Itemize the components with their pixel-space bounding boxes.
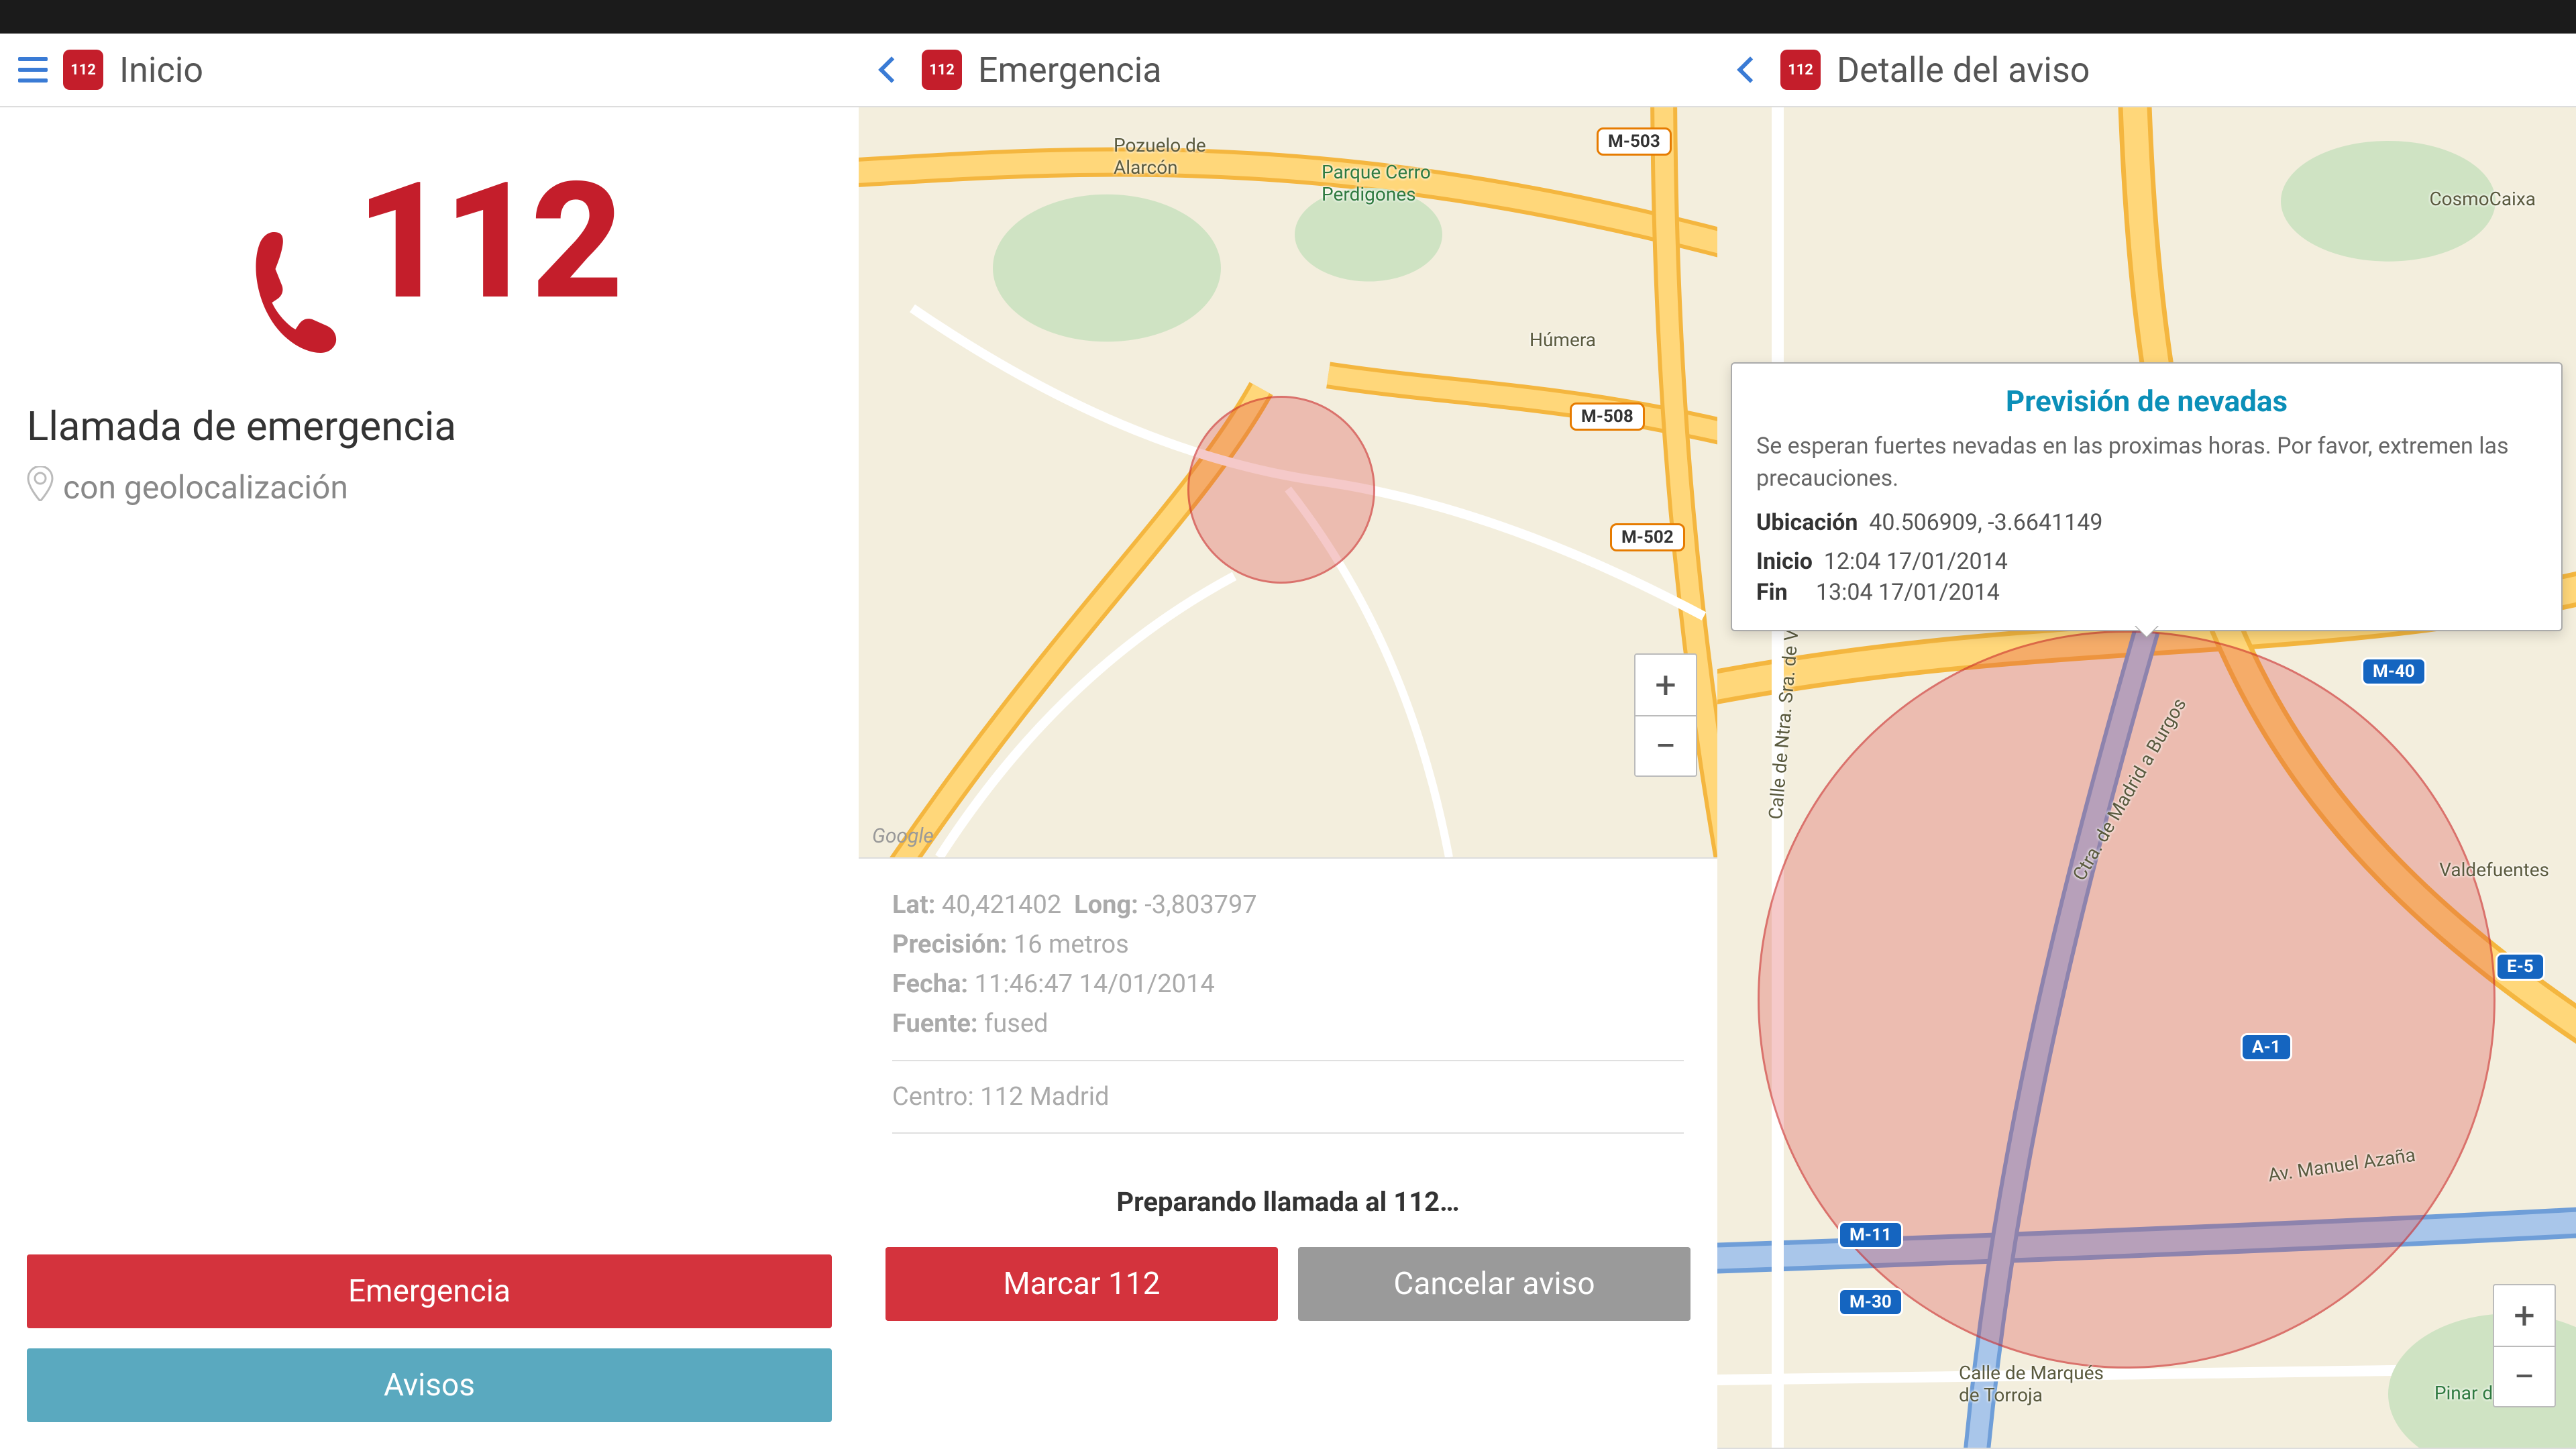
dial-112-button[interactable]: Marcar 112 [885, 1247, 1278, 1321]
map-credit: Google [872, 824, 934, 848]
emergency-button[interactable]: Emergencia [27, 1254, 832, 1328]
app-icon: 112 [1780, 50, 1821, 90]
zoom-out-button[interactable]: − [1635, 715, 1696, 775]
road-m508: M-508 [1570, 402, 1645, 431]
screen-inicio: 112 Inicio 112 Llamada de emergencia con… [0, 0, 859, 1449]
back-icon[interactable] [1733, 53, 1767, 87]
phone-icon [240, 225, 347, 362]
alert-heading: Previsión de nevadas [1756, 384, 2537, 419]
alert-radius-circle [1758, 631, 2496, 1368]
back-icon[interactable] [875, 53, 908, 87]
screen-emergencia: 112 Emergencia Pozuelo de Alarcón Parque… [859, 0, 1717, 1449]
map-label-cosmocaixa: CosmoCaixa [2429, 188, 2536, 210]
android-status-bar [1717, 0, 2576, 34]
geo-row: con geolocalización [27, 466, 832, 509]
android-status-bar [0, 0, 859, 34]
map-label-parque: Parque Cerro Perdigones [1322, 161, 1431, 205]
road-m11: M-11 [1838, 1221, 1903, 1249]
alert-body: Se esperan fuertes nevadas en las proxim… [1756, 431, 2537, 494]
road-m30: M-30 [1838, 1288, 1903, 1316]
call-status: Preparando llamada al 112… [859, 1177, 1717, 1247]
location-accuracy-circle [1187, 396, 1375, 584]
road-m40: M-40 [2361, 657, 2426, 686]
map-label-pozuelo: Pozuelo de Alarcón [1114, 134, 1206, 178]
app-icon: 112 [922, 50, 962, 90]
pin-icon [27, 466, 54, 509]
map-label-marques: Calle de Marqués de Torroja [1959, 1362, 2104, 1406]
zoom-control: + − [2493, 1284, 2556, 1407]
road-m502: M-502 [1610, 523, 1685, 551]
android-status-bar [859, 0, 1717, 34]
map[interactable]: CosmoCaixa Valdefuentes Pinar del Rey Ca… [1717, 107, 2576, 1449]
road-e5: E-5 [2496, 953, 2545, 981]
actionbar: 112 Detalle del aviso [1717, 34, 2576, 107]
road-a1: A-1 [2241, 1033, 2292, 1061]
zoom-in-button[interactable]: + [1635, 655, 1696, 715]
road-m503: M-503 [1597, 127, 1672, 156]
hero-number: 112 [356, 147, 618, 336]
emergency-call-heading: Llamada de emergencia [27, 402, 832, 450]
page-title: Inicio [119, 50, 203, 91]
actionbar: 112 Emergencia [859, 34, 1717, 107]
hamburger-menu-icon[interactable] [16, 53, 50, 87]
page-title: Emergencia [978, 50, 1162, 91]
alert-callout: Previsión de nevadas Se esperan fuertes … [1731, 362, 2563, 631]
zoom-in-button[interactable]: + [2494, 1285, 2555, 1346]
geo-text: con geolocalización [63, 468, 348, 506]
map[interactable]: Pozuelo de Alarcón Parque Cerro Perdigon… [859, 107, 1717, 859]
app-icon: 112 [63, 50, 103, 90]
map-label-valdefuentes: Valdefuentes [2439, 859, 2549, 881]
alerts-button[interactable]: Avisos [27, 1348, 832, 1422]
hero: 112 [0, 107, 859, 389]
location-info: Lat: 40,421402 Long: -3,803797 Precisión… [859, 859, 1717, 1177]
zoom-control: + − [1634, 653, 1697, 777]
page-title: Detalle del aviso [1837, 50, 2090, 91]
actionbar: 112 Inicio [0, 34, 859, 107]
screen-detalle-aviso: 112 Detalle del aviso CosmoCaixa Vald [1717, 0, 2576, 1449]
map-label-humera: Húmera [1529, 329, 1596, 351]
cancel-alert-button[interactable]: Cancelar aviso [1298, 1247, 1690, 1321]
zoom-out-button[interactable]: − [2494, 1346, 2555, 1406]
